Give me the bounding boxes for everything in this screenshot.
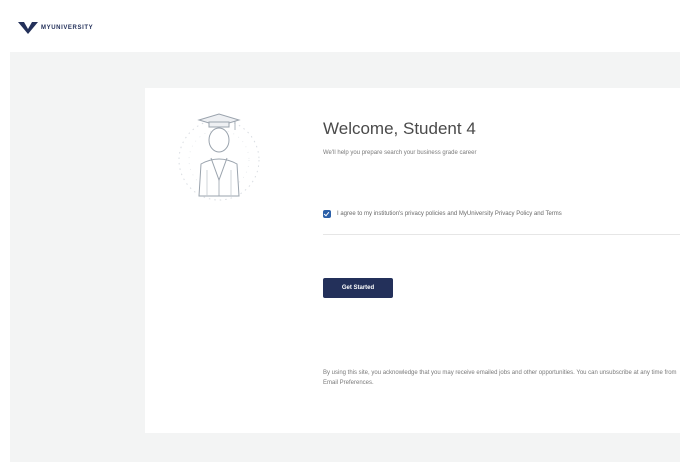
consent-checkbox[interactable] bbox=[323, 210, 331, 218]
brand-logo[interactable]: MYUNIVERSITY bbox=[18, 22, 93, 34]
footer-disclaimer: By using this site, you acknowledge that… bbox=[323, 370, 677, 386]
graduate-avatar-icon bbox=[169, 108, 269, 208]
get-started-button[interactable]: Get Started bbox=[323, 278, 393, 298]
page-background: Welcome, Student 4 We'll help you prepar… bbox=[10, 52, 680, 462]
page-subtitle: We'll help you prepare search your busin… bbox=[323, 150, 477, 156]
welcome-card: Welcome, Student 4 We'll help you prepar… bbox=[145, 88, 680, 433]
consent-label: I agree to my institution's privacy poli… bbox=[337, 211, 562, 217]
page-title: Welcome, Student 4 bbox=[323, 119, 476, 138]
top-bar: MYUNIVERSITY bbox=[0, 0, 680, 52]
brand-name: MYUNIVERSITY bbox=[41, 25, 94, 31]
consent-row: I agree to my institution's privacy poli… bbox=[323, 208, 680, 235]
v-shield-logo-icon bbox=[18, 22, 38, 34]
